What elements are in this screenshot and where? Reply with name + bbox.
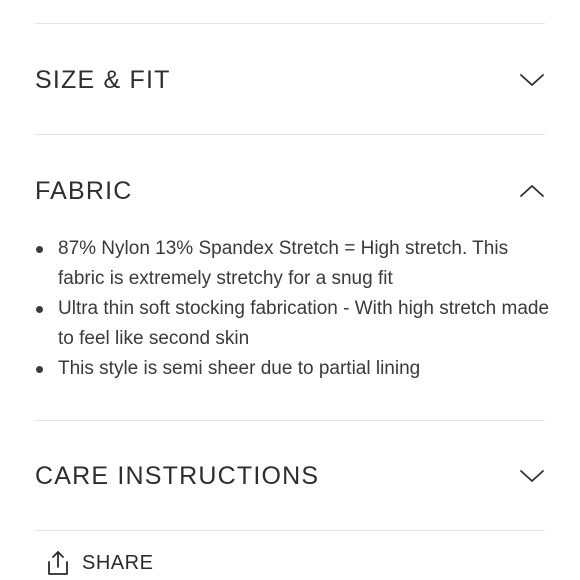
chevron-down-icon[interactable]: [519, 72, 545, 88]
fabric-item-text: 87% Nylon 13% Spandex Stretch = High str…: [58, 238, 509, 289]
fabric-details-list: 87% Nylon 13% Spandex Stretch = High str…: [35, 234, 550, 384]
accordion-fabric[interactable]: FABRIC: [35, 171, 545, 211]
list-item: 87% Nylon 13% Spandex Stretch = High str…: [35, 234, 550, 294]
accordion-size-fit[interactable]: SIZE & FIT: [35, 60, 545, 100]
chevron-up-icon[interactable]: [519, 183, 545, 199]
chevron-down-icon[interactable]: [519, 468, 545, 484]
divider-fabric: [35, 420, 545, 421]
bullet-icon: [36, 366, 43, 373]
divider-care: [35, 530, 545, 531]
fabric-item-text: This style is semi sheer due to partial …: [58, 358, 421, 379]
fabric-title: FABRIC: [35, 176, 133, 205]
list-item: Ultra thin soft stocking fabrication - W…: [35, 294, 550, 354]
product-details-panel: SIZE & FIT FABRIC 87% Nylon 13% Spandex …: [0, 0, 580, 580]
fabric-item-text: Ultra thin soft stocking fabrication - W…: [58, 298, 550, 349]
list-item: This style is semi sheer due to partial …: [35, 354, 550, 384]
share-icon: [46, 550, 70, 576]
care-instructions-title: CARE INSTRUCTIONS: [35, 461, 320, 490]
divider-top: [35, 23, 545, 24]
size-fit-title: SIZE & FIT: [35, 65, 171, 94]
share-label: SHARE: [82, 551, 154, 574]
bullet-icon: [36, 246, 43, 253]
bullet-icon: [36, 306, 43, 313]
accordion-care-instructions[interactable]: CARE INSTRUCTIONS: [35, 456, 545, 496]
share-button[interactable]: SHARE: [46, 548, 153, 578]
divider-size-fit: [35, 134, 545, 135]
